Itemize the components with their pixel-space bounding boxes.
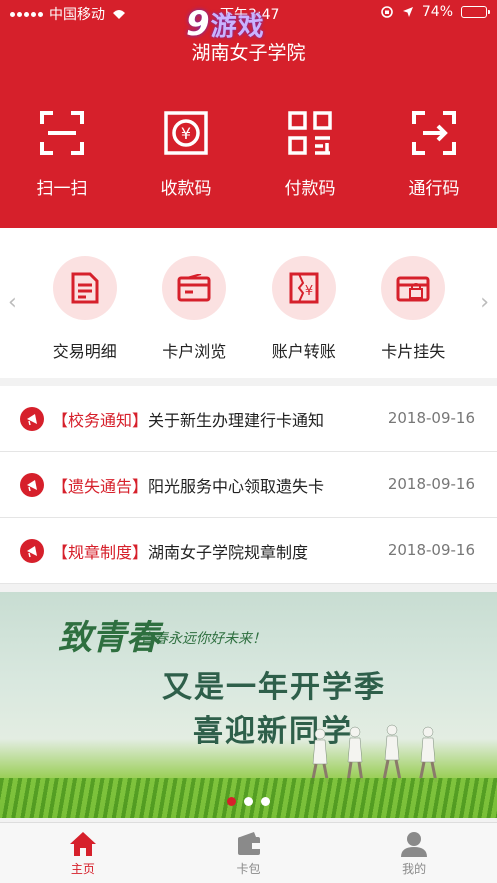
service-label: 交易明细 (52, 342, 117, 361)
pay-code-button[interactable]: 付款码 (248, 110, 372, 199)
service-icon-circle: ¥ (271, 256, 336, 320)
battery-percent: 74% (421, 4, 453, 20)
home-icon (69, 832, 96, 856)
pagination-dot[interactable] (227, 797, 236, 806)
profile-icon (401, 832, 428, 857)
carrier-text: 中国移动 (49, 7, 105, 23)
services-prev-arrow[interactable]: ‹ (8, 290, 17, 315)
scan-icon (40, 111, 84, 155)
notice-text: 【校务通知】关于新生办理建行卡通知 (52, 407, 324, 431)
pay-qr-icon (288, 111, 332, 155)
notice-date: 2018-09-16 (387, 541, 475, 559)
pass-code-icon (412, 111, 456, 155)
notice-tag: 【校务通知】 (52, 411, 149, 430)
tab-wallet[interactable]: 卡包 (166, 823, 332, 883)
status-left: 中国移动 (10, 4, 127, 24)
banner-script-subtitle: 青春永远你好未来！ (140, 631, 266, 647)
banner-headline-1: 又是一年开学季 (162, 670, 386, 705)
scan-button[interactable]: 扫一扫 (0, 110, 124, 199)
tab-label: 我的 (402, 862, 427, 876)
header: 中国移动 下午3:47 74% 9游戏 湖南女子学院 扫一扫 ¥ 收款码 付款码… (0, 0, 497, 228)
wallet-icon (237, 832, 260, 855)
pay-code-label: 付款码 (284, 179, 336, 199)
receive-code-button[interactable]: ¥ 收款码 (124, 110, 248, 199)
notice-title: 阳光服务中心领取遗失卡 (148, 477, 325, 496)
wifi-icon (113, 10, 125, 19)
page-title: 湖南女子学院 (191, 42, 306, 64)
notice-item[interactable]: 【校务通知】关于新生办理建行卡通知 2018-09-16 (0, 386, 497, 452)
receive-qr-icon: ¥ (164, 111, 208, 155)
service-label: 账户转账 (271, 342, 336, 361)
notice-item[interactable]: 【遗失通告】阳光服务中心领取遗失卡 2018-09-16 (0, 452, 497, 518)
notice-date: 2018-09-16 (387, 475, 475, 493)
orientation-lock-icon (381, 6, 393, 18)
notice-text: 【遗失通告】阳光服务中心领取遗失卡 (52, 473, 324, 497)
pagination-dot[interactable] (244, 797, 253, 806)
promo-banner[interactable]: 致青春 青春永远你好未来！ 又是一年开学季 喜迎新同学 (0, 592, 497, 818)
pass-code-label: 通行码 (408, 179, 460, 199)
notice-tag: 【遗失通告】 (52, 477, 149, 496)
service-icon-circle (162, 256, 227, 320)
pass-code-button[interactable]: 通行码 (372, 110, 496, 199)
service-label: 卡户浏览 (162, 342, 227, 361)
svg-text:¥: ¥ (305, 284, 313, 299)
tab-profile[interactable]: 我的 (331, 823, 497, 883)
service-card-browse[interactable]: 卡户浏览 (140, 256, 250, 362)
card-browse-icon (177, 274, 211, 302)
banner-pagination (0, 797, 497, 806)
megaphone-icon (20, 473, 44, 497)
battery-icon (461, 6, 490, 18)
service-card-loss[interactable]: 卡片挂失 (359, 256, 469, 362)
scan-label: 扫一扫 (36, 179, 88, 199)
notice-title: 关于新生办理建行卡通知 (148, 411, 325, 430)
notice-title: 湖南女子学院规章制度 (148, 543, 309, 562)
notice-tag: 【规章制度】 (52, 543, 149, 562)
tab-home[interactable]: 主页 (0, 823, 166, 883)
services-next-arrow[interactable]: › (480, 290, 489, 315)
service-account-transfer[interactable]: ¥ 账户转账 (249, 256, 359, 362)
status-right: 74% (380, 4, 490, 20)
service-icon-circle (381, 256, 446, 320)
tab-label: 主页 (70, 862, 95, 876)
quick-actions: 扫一扫 ¥ 收款码 付款码 通行码 (0, 110, 497, 199)
service-label: 卡片挂失 (381, 342, 446, 361)
tab-bar: 主页 卡包 我的 (0, 822, 497, 883)
transaction-detail-icon (71, 272, 99, 304)
notice-list: 【校务通知】关于新生办理建行卡通知 2018-09-16 【遗失通告】阳光服务中… (0, 386, 497, 584)
notice-date: 2018-09-16 (387, 409, 475, 427)
notice-text: 【规章制度】湖南女子学院规章制度 (52, 539, 308, 563)
signal-icon (10, 11, 43, 17)
megaphone-icon (20, 407, 44, 431)
services-row: 交易明细 卡户浏览 ¥ 账户转账 卡片挂失 (30, 256, 468, 362)
megaphone-icon (20, 539, 44, 563)
tab-label: 卡包 (236, 862, 261, 876)
svg-text:¥: ¥ (181, 124, 191, 143)
account-transfer-icon: ¥ (289, 272, 319, 304)
services-panel: ‹ › 交易明细 卡户浏览 ¥ 账户转账 卡片挂失 (0, 228, 497, 378)
service-icon-circle (52, 256, 117, 320)
service-transaction-detail[interactable]: 交易明细 (30, 256, 140, 362)
receive-code-label: 收款码 (160, 179, 212, 199)
card-loss-icon (396, 276, 430, 302)
notice-item[interactable]: 【规章制度】湖南女子学院规章制度 2018-09-16 (0, 518, 497, 584)
location-icon (402, 7, 413, 17)
pagination-dot[interactable] (261, 797, 270, 806)
